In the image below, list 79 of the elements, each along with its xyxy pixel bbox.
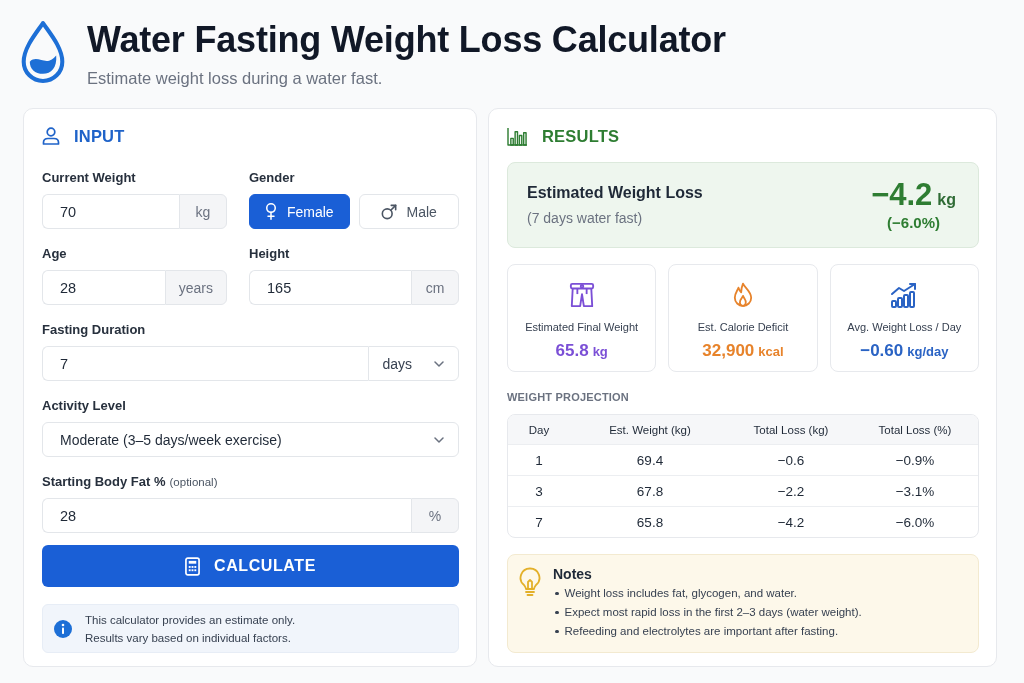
table-cell: −4.2 (730, 506, 852, 537)
table-cell: −0.9% (852, 444, 978, 475)
info-icon (54, 619, 72, 638)
field-label: Activity Level (42, 398, 126, 414)
water-drop-icon (20, 20, 66, 84)
unit-label: cm (411, 270, 459, 305)
stat-value: 32,900 (702, 341, 755, 361)
table-cell: 65.8 (570, 506, 730, 537)
stat-unit: kcal (758, 344, 784, 359)
female-symbol-icon (264, 203, 277, 220)
field-label: Height (249, 246, 290, 262)
note-text: Weight loss includes fat, glycogen, and water. (564, 586, 797, 601)
section-title: WEIGHT PROJECTION (507, 391, 630, 404)
panel-title: RESULTS (542, 126, 620, 146)
unit-label: years (164, 270, 227, 305)
field-label: Starting Body Fat % (42, 474, 166, 490)
table-cell: −3.1% (852, 475, 978, 506)
select-field[interactable]: Moderate (3–5 days/week exercise) (42, 422, 459, 457)
stat-label: Estimated Final Weight (525, 320, 639, 334)
person-icon (42, 127, 60, 145)
column-header: Est. Weight (kg) (570, 415, 730, 444)
panel-title: INPUT (74, 126, 125, 146)
bullet-icon (555, 610, 559, 615)
info-text: This calculator provides an estimate only. (85, 612, 296, 628)
input-field[interactable]: 28 (42, 498, 411, 533)
stat-value: 65.8 (555, 341, 589, 361)
table-cell: 69.4 (570, 444, 730, 475)
input-field[interactable]: 70 (42, 194, 179, 229)
input-field[interactable]: 7 (42, 346, 369, 381)
note-text: Expect most rapid loss in the first 2–3 days (water weight). (564, 605, 862, 620)
stat-unit: kg (592, 344, 608, 359)
notes-title: Notes (553, 566, 593, 583)
toggle-button[interactable]: Male (358, 194, 459, 229)
bullet-icon (555, 629, 559, 634)
summary-sublabel: (7 days water fast) (527, 209, 644, 227)
page-subtitle: Estimate weight loss during a water fast. (87, 68, 384, 88)
stat-value: −0.60 (860, 341, 904, 361)
stat-unit: kg/day (907, 344, 949, 359)
info-text: Results vary based on individual factors. (85, 630, 292, 646)
table-cell: −6.0% (852, 506, 978, 537)
summary-label: Estimated Weight Loss (527, 183, 703, 203)
summary-value: −4.2 (871, 178, 933, 212)
field-label: Fasting Duration (42, 322, 146, 338)
summary-percent: (−6.0%) (887, 214, 941, 232)
bar-chart-icon (507, 126, 528, 146)
chevron-down-icon (434, 360, 444, 367)
column-header: Total Loss (%) (852, 415, 978, 444)
table-cell: 7 (508, 506, 570, 537)
chevron-down-icon (434, 436, 444, 443)
stat-label: Avg. Weight Loss / Day (847, 320, 962, 334)
rising-chart-icon (890, 282, 919, 308)
summary-unit: kg (937, 191, 956, 209)
table-cell: 67.8 (570, 475, 730, 506)
trousers-icon (568, 282, 595, 308)
page-title: Water Fasting Weight Loss Calculator (87, 20, 726, 60)
table-cell: −0.6 (730, 444, 852, 475)
field-label: Gender (249, 170, 295, 186)
calculator-icon (185, 556, 200, 576)
male-symbol-icon (380, 203, 397, 220)
optional-hint: (optional) (169, 475, 218, 490)
stat-label: Est. Calorie Deficit (697, 320, 789, 334)
unit-label: kg (179, 194, 227, 229)
input-field[interactable]: 28 (42, 270, 165, 305)
toggle-button[interactable]: Female (249, 194, 350, 229)
field-label: Age (42, 246, 67, 262)
unit-select[interactable]: days (368, 346, 459, 381)
column-header: Day (508, 415, 570, 444)
bullet-icon (555, 591, 559, 596)
column-header: Total Loss (kg) (730, 415, 852, 444)
lightbulb-icon (519, 567, 541, 597)
calculate-button[interactable]: CALCULATE (42, 545, 459, 587)
flame-icon (733, 282, 753, 308)
table-cell: 3 (508, 475, 570, 506)
note-text: Refeeding and electrolytes are important after fasting. (564, 624, 839, 639)
field-label: Current Weight (42, 170, 136, 186)
unit-label: % (411, 498, 459, 533)
input-field[interactable]: 165 (249, 270, 411, 305)
table-cell: 1 (508, 444, 570, 475)
table-cell: −2.2 (730, 475, 852, 506)
